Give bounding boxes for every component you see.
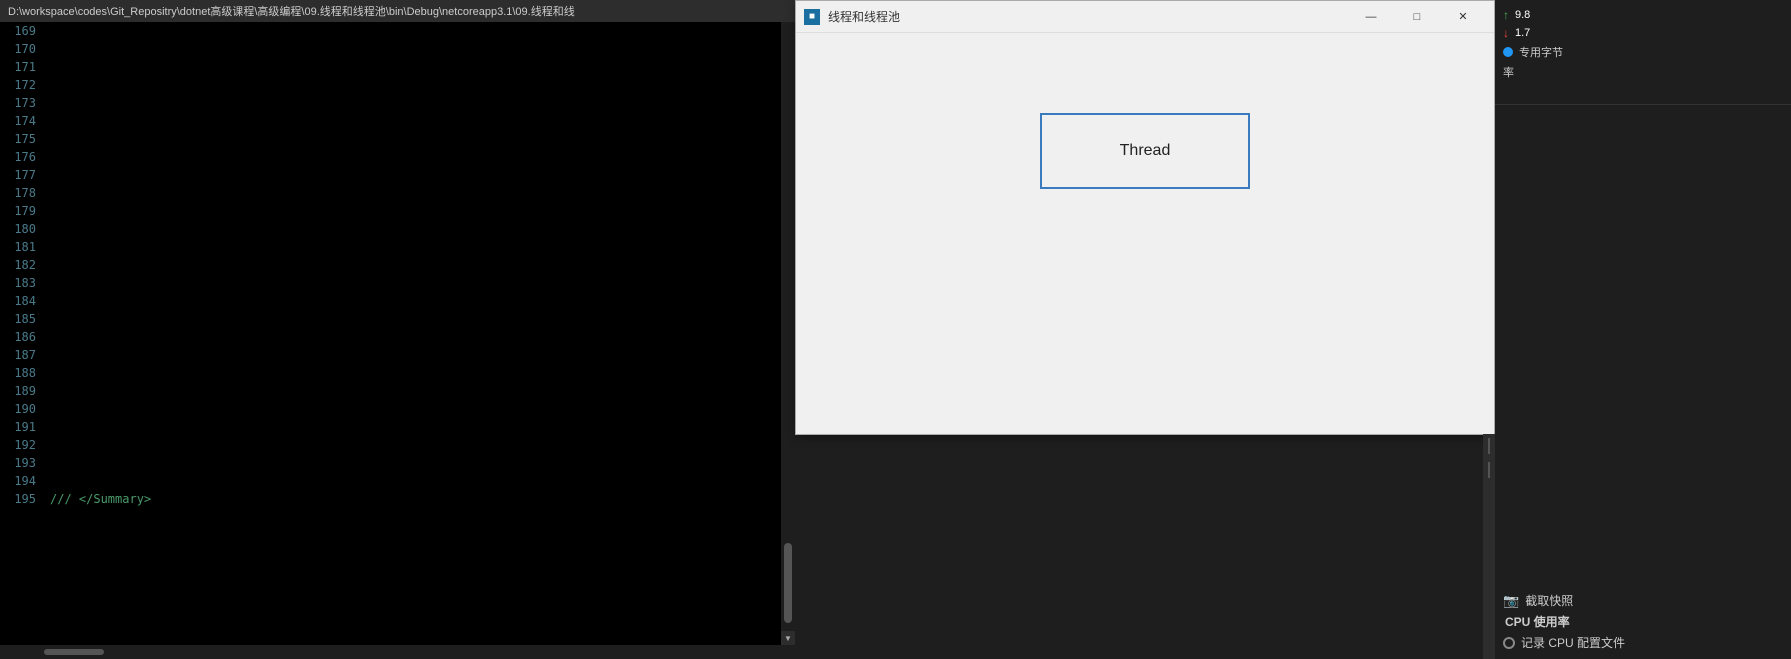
- code-line-177: [50, 166, 787, 184]
- cpu-usage-label: CPU 使用率: [1505, 613, 1570, 630]
- editor-horizontal-scrollbar[interactable]: [0, 645, 795, 659]
- exclusive-bytes-label: 专用字节: [1519, 44, 1563, 60]
- code-line-175: [50, 130, 787, 148]
- code-line-194: [50, 472, 787, 490]
- exclusive-bytes-row: 专用字节: [1503, 44, 1783, 60]
- code-line-176: [50, 148, 787, 166]
- dot-indicator-icon: [1503, 47, 1513, 57]
- line-numbers: 169 170 171 172 173 174 175 176 177 178 …: [0, 22, 42, 659]
- wpf-app-icon: ■: [804, 9, 820, 25]
- code-line-188: [50, 364, 787, 382]
- editor-vertical-scrollbar[interactable]: ▼: [781, 22, 795, 645]
- radio-button-icon[interactable]: [1503, 637, 1515, 649]
- right-panel: ↑ 9.8 ↓ 1.7 专用字节 率 📷 截取快照 CPU 使用率 记录 CPU: [1495, 0, 1791, 659]
- code-line-180: [50, 220, 787, 238]
- screenshot-row[interactable]: 📷 截取快照: [1503, 592, 1783, 609]
- code-line-193: [50, 454, 787, 472]
- editor-vscroll-thumb: [784, 543, 792, 623]
- code-text-195: /// </Summary>: [50, 492, 151, 506]
- wpf-maximize-button[interactable]: □: [1394, 1, 1440, 33]
- wpf-close-button[interactable]: ✕: [1440, 1, 1486, 33]
- editor-titlebar: D:\workspace\codes\Git_Repositry\dotnet高…: [0, 0, 795, 22]
- wpf-minimize-button[interactable]: —: [1348, 1, 1394, 33]
- network-up-row: ↑ 9.8: [1503, 8, 1783, 22]
- code-editor: D:\workspace\codes\Git_Repositry\dotnet高…: [0, 0, 795, 659]
- right-panel-network: ↑ 9.8 ↓ 1.7 专用字节 率: [1495, 0, 1791, 105]
- code-line-172: [50, 76, 787, 94]
- wpf-title-text: 线程和线程池: [828, 8, 1348, 25]
- wpf-titlebar: ■ 线程和线程池 — □ ✕: [796, 1, 1494, 33]
- divider-bar-1: [1488, 438, 1490, 454]
- code-line-178: [50, 184, 787, 202]
- right-panel-cpu: 📷 截取快照 CPU 使用率 记录 CPU 配置文件: [1495, 105, 1791, 659]
- cpu-record-row[interactable]: 记录 CPU 配置文件: [1503, 634, 1783, 651]
- resize-divider[interactable]: [1483, 434, 1495, 659]
- code-area: 169 170 171 172 173 174 175 176 177 178 …: [0, 22, 795, 659]
- arrow-down-icon: ↓: [1503, 26, 1509, 40]
- code-line-186: [50, 328, 787, 346]
- code-line-184: [50, 292, 787, 310]
- scroll-indicator: [44, 649, 104, 655]
- thread-button[interactable]: Thread: [1040, 113, 1250, 189]
- cpu-usage-row: CPU 使用率: [1503, 613, 1783, 630]
- cpu-record-label: 记录 CPU 配置文件: [1521, 634, 1625, 651]
- cpu-section: 📷 截取快照 CPU 使用率 记录 CPU 配置文件: [1503, 592, 1783, 651]
- code-line-195: /// </Summary>: [50, 490, 787, 508]
- code-line-170: [50, 40, 787, 58]
- network-up-value: 9.8: [1515, 9, 1530, 21]
- code-line-189: [50, 382, 787, 400]
- wpf-titlebar-buttons: — □ ✕: [1348, 1, 1486, 33]
- camera-icon: 📷: [1503, 593, 1519, 609]
- code-line-173: [50, 94, 787, 112]
- wpf-window: ■ 线程和线程池 — □ ✕ Thread: [795, 0, 1495, 435]
- editor-titlebar-text: D:\workspace\codes\Git_Repositry\dotnet高…: [8, 3, 575, 19]
- code-line-187: [50, 346, 787, 364]
- network-down-row: ↓ 1.7: [1503, 26, 1783, 40]
- code-line-171: [50, 58, 787, 76]
- code-line-191: [50, 418, 787, 436]
- code-line-183: [50, 274, 787, 292]
- code-line-185: [50, 310, 787, 328]
- screenshot-label: 截取快照: [1525, 592, 1573, 609]
- code-line-190: [50, 400, 787, 418]
- network-down-value: 1.7: [1515, 27, 1530, 39]
- code-line-179: [50, 202, 787, 220]
- divider-bar-2: [1488, 462, 1490, 478]
- scroll-down-arrow[interactable]: ▼: [781, 631, 795, 645]
- wpf-content: Thread: [796, 33, 1494, 434]
- code-line-182: [50, 256, 787, 274]
- rate-label: 率: [1503, 64, 1514, 80]
- code-line-174: [50, 112, 787, 130]
- code-line-192: [50, 436, 787, 454]
- code-content: /// </Summary>: [42, 22, 795, 659]
- arrow-up-icon: ↑: [1503, 8, 1509, 22]
- wpf-icon-symbol: ■: [809, 11, 815, 22]
- code-line-181: [50, 238, 787, 256]
- code-line-169: [50, 22, 787, 40]
- rate-row: 率: [1503, 64, 1783, 80]
